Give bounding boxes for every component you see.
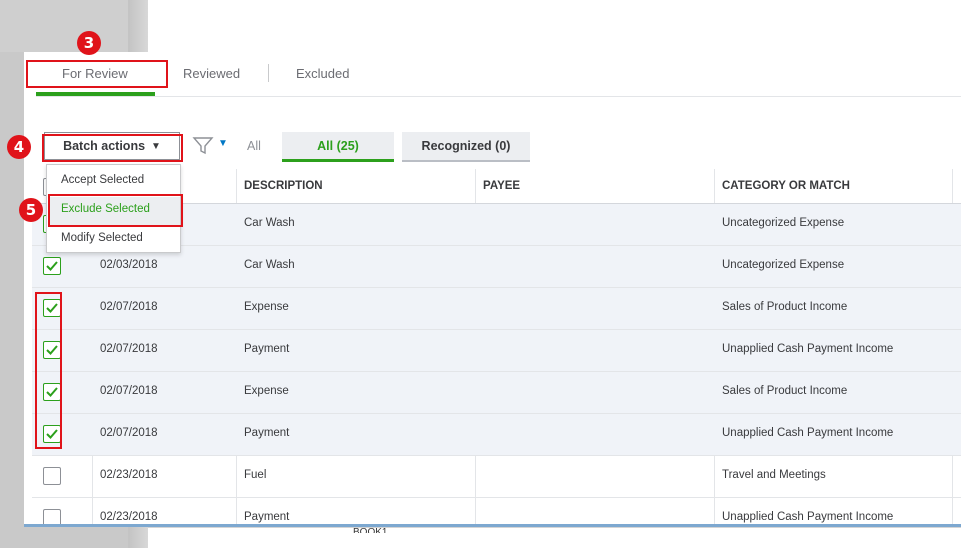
banking-panel: For Review Reviewed Excluded Batch actio…	[24, 52, 961, 526]
table-row[interactable]: 02/07/2018 Payment Unapplied Cash Paymen…	[32, 330, 961, 372]
table-row[interactable]: 02/07/2018 Payment Unapplied Cash Paymen…	[32, 414, 961, 456]
annotation-badge-3: 3	[77, 31, 101, 55]
row-description: Payment	[244, 427, 290, 439]
annotation-badge-5: 5	[19, 198, 43, 222]
tab-excluded[interactable]: Excluded	[296, 66, 349, 81]
annotation-box-checkboxes	[35, 292, 62, 449]
row-checkbox[interactable]	[43, 467, 61, 485]
row-category[interactable]: Travel and Meetings	[722, 469, 826, 481]
background-left-top	[0, 0, 148, 52]
row-category[interactable]: Unapplied Cash Payment Income	[722, 427, 893, 439]
row-description: Expense	[244, 385, 289, 397]
tabs-divider	[36, 96, 961, 97]
row-category[interactable]: Uncategorized Expense	[722, 259, 844, 271]
row-date: 02/07/2018	[100, 427, 158, 439]
row-date: 02/07/2018	[100, 385, 158, 397]
row-checkbox[interactable]	[43, 257, 61, 275]
background-bottom	[148, 528, 961, 548]
row-description: Fuel	[244, 469, 267, 481]
column-header-payee[interactable]: PAYEE	[483, 180, 520, 192]
row-date: 02/03/2018	[100, 259, 158, 271]
table-row[interactable]: 02/23/2018 Fuel Travel and Meetings	[32, 456, 961, 498]
annotation-box-for-review	[26, 60, 168, 88]
table-row[interactable]: 02/23/2018 Payment Unapplied Cash Paymen…	[32, 498, 961, 526]
row-date: 02/07/2018	[100, 343, 158, 355]
row-category[interactable]: Unapplied Cash Payment Income	[722, 511, 893, 523]
row-description: Expense	[244, 301, 289, 313]
row-description: Payment	[244, 343, 290, 355]
row-date: 02/23/2018	[100, 469, 158, 481]
annotation-box-batch-actions	[42, 134, 183, 162]
filter-icon[interactable]	[192, 136, 214, 156]
annotation-badge-4: 4	[7, 135, 31, 159]
table-row[interactable]: 02/07/2018 Expense Sales of Product Inco…	[32, 372, 961, 414]
row-description: Car Wash	[244, 217, 295, 229]
row-category[interactable]: Sales of Product Income	[722, 301, 847, 313]
filter-caret-icon[interactable]: ▼	[218, 138, 228, 149]
row-category[interactable]: Unapplied Cash Payment Income	[722, 343, 893, 355]
filter-all-label: All	[247, 139, 261, 153]
row-description: Car Wash	[244, 259, 295, 271]
pill-recognized[interactable]: Recognized (0)	[402, 132, 530, 162]
row-date: 02/23/2018	[100, 511, 158, 523]
sheet-tab-fragment: BOOK1	[353, 527, 388, 533]
table-row[interactable]: 02/07/2018 Expense Sales of Product Inco…	[32, 288, 961, 330]
row-description: Payment	[244, 511, 290, 523]
row-category[interactable]: Uncategorized Expense	[722, 217, 844, 229]
column-header-description[interactable]: DESCRIPTION	[244, 180, 323, 192]
row-date: 02/07/2018	[100, 301, 158, 313]
annotation-box-exclude-selected	[48, 194, 183, 227]
tab-separator	[268, 64, 269, 82]
checkmark-icon	[46, 261, 58, 271]
background-top	[148, 0, 961, 52]
column-header-category[interactable]: CATEGORY OR MATCH	[722, 180, 850, 192]
row-category[interactable]: Sales of Product Income	[722, 385, 847, 397]
panel-bottom-border	[24, 524, 961, 527]
menu-item-modify-selected[interactable]: Modify Selected	[61, 232, 143, 244]
tab-reviewed[interactable]: Reviewed	[183, 66, 240, 81]
menu-item-accept-selected[interactable]: Accept Selected	[61, 174, 144, 186]
pill-all[interactable]: All (25)	[282, 132, 394, 162]
